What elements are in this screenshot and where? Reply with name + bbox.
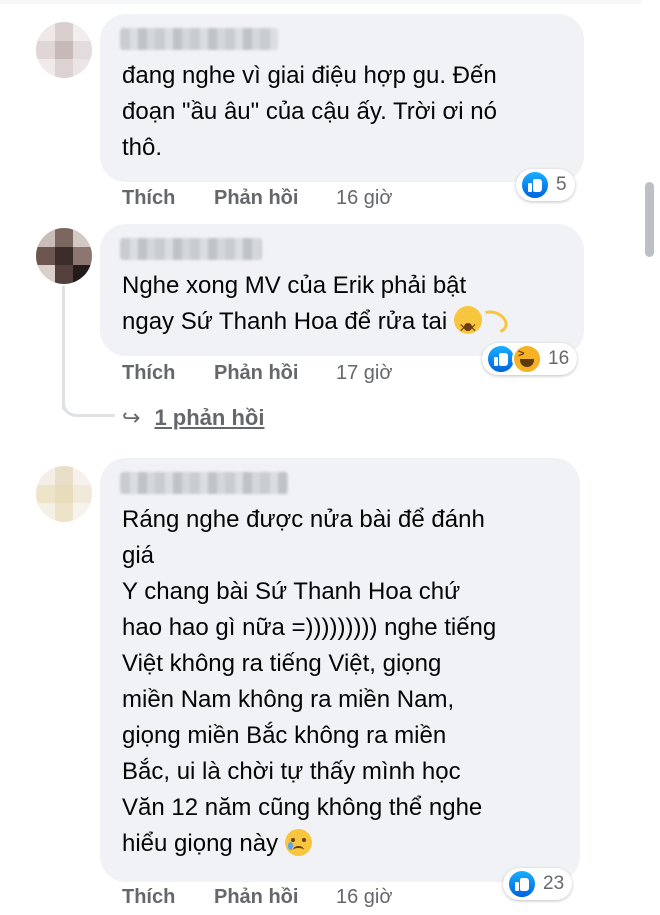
haha-icon: [512, 344, 542, 374]
comment-text-line: hiểu giọng này: [122, 830, 279, 857]
avatar[interactable]: [36, 228, 92, 284]
comment-bubble: Ráng nghe được nửa bài để đánh giá Y cha…: [100, 458, 580, 882]
view-replies-link[interactable]: ↪ 1 phản hồi: [122, 405, 264, 431]
commenter-name-redacted[interactable]: [120, 472, 288, 494]
comment-text-line: ngay Sứ Thanh Hoa để rửa tai: [122, 308, 448, 335]
comment-text-body: Ráng nghe được nửa bài để đánh giá Y cha…: [122, 506, 497, 821]
comment-bubble: Nghe xong MV của Erik phải bật ngay Sứ T…: [100, 224, 584, 356]
comment-text: Ráng nghe được nửa bài để đánh giá Y cha…: [122, 502, 496, 862]
scrollbar-thumb[interactable]: [645, 182, 654, 257]
avatar[interactable]: [36, 22, 92, 78]
view-replies-label: 1 phản hồi: [154, 405, 265, 430]
reaction-count: 23: [543, 873, 565, 894]
crying-face-emoji-icon: [284, 829, 312, 856]
reply-button[interactable]: Phản hồi: [214, 187, 336, 210]
comment-text-line: Nghe xong MV của Erik phải bật: [122, 272, 467, 299]
commenter-name-redacted[interactable]: [120, 28, 278, 50]
comment-text: Nghe xong MV của Erik phải bật ngay Sứ T…: [122, 268, 504, 346]
thread-line-curve: [62, 396, 115, 417]
avatar[interactable]: [36, 466, 92, 522]
like-icon: [520, 170, 550, 200]
thread-line: [62, 286, 65, 410]
comment-timestamp[interactable]: 17 giờ: [336, 362, 392, 385]
scrollbar-track[interactable]: [641, 0, 660, 915]
reaction-summary[interactable]: 16: [482, 343, 578, 375]
reaction-count: 5: [556, 174, 567, 195]
like-button[interactable]: Thích: [122, 886, 214, 909]
like-button[interactable]: Thích: [122, 362, 214, 385]
comment-text: đang nghe vì giai điệu hợp gu. Đến đoạn …: [122, 62, 497, 161]
comment-bubble: đang nghe vì giai điệu hợp gu. Đến đoạn …: [100, 14, 584, 182]
reaction-summary[interactable]: 23: [503, 868, 573, 900]
comment-actions: Thích Phản hồi 17 giờ: [122, 362, 392, 385]
dash-swirl-icon: [478, 309, 504, 331]
commenter-name-redacted[interactable]: [120, 238, 262, 260]
top-edge: [0, 0, 660, 4]
comment-actions: Thích Phản hồi 16 giờ: [122, 187, 392, 210]
reply-button[interactable]: Phản hồi: [214, 886, 336, 909]
reply-arrow-icon: ↪: [122, 405, 141, 430]
comment-timestamp[interactable]: 16 giờ: [336, 886, 392, 909]
like-button[interactable]: Thích: [122, 187, 214, 210]
like-icon: [507, 869, 537, 899]
comment-actions: Thích Phản hồi 16 giờ: [122, 886, 392, 909]
reply-button[interactable]: Phản hồi: [214, 362, 336, 385]
reaction-count: 16: [548, 348, 570, 369]
comment-timestamp[interactable]: 16 giờ: [336, 187, 392, 210]
reaction-summary[interactable]: 5: [516, 169, 575, 201]
